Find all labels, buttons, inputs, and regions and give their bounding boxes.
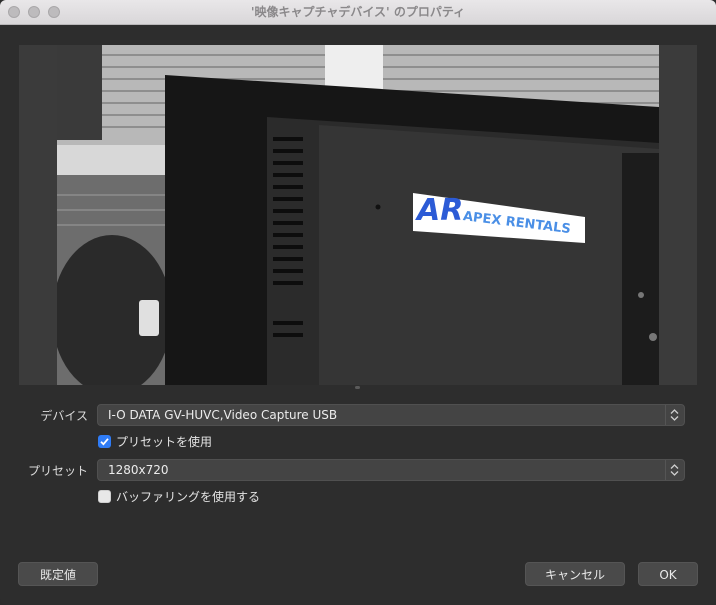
cancel-button[interactable]: キャンセル (525, 562, 625, 586)
video-preview: AR APEX RENTALS (57, 45, 659, 385)
ok-button[interactable]: OK (638, 562, 698, 586)
apex-rentals-sticker: AR APEX RENTALS (413, 191, 589, 238)
buffering-label: バッファリングを使用する (116, 490, 261, 504)
preview-resize-handle[interactable] (355, 386, 360, 389)
preset-value: 1280x720 (108, 463, 169, 477)
device-label: デバイス (40, 409, 88, 423)
buffering-checkbox-row[interactable]: バッファリングを使用する (98, 489, 260, 505)
use-preset-label: プリセットを使用 (116, 435, 213, 449)
device-stepper[interactable] (665, 405, 684, 425)
device-select[interactable]: I-O DATA GV-HUVC,Video Capture USB (97, 404, 685, 426)
checkmark-icon (100, 438, 109, 446)
up-down-chevron-icon (670, 409, 679, 421)
properties-window: '映像キャプチャデバイス' のプロパティ AR APEX RENTALS デバイ… (0, 0, 716, 605)
ar-logo-icon: AR (417, 193, 464, 228)
up-down-chevron-icon (670, 464, 679, 476)
defaults-button[interactable]: 既定値 (18, 562, 98, 586)
sticker-text: APEX RENTALS (462, 209, 572, 238)
buffering-checkbox[interactable] (98, 490, 111, 503)
preset-stepper[interactable] (665, 460, 684, 480)
use-preset-checkbox-row[interactable]: プリセットを使用 (98, 434, 212, 450)
title-bar: '映像キャプチャデバイス' のプロパティ (0, 0, 716, 25)
preset-label: プリセット (27, 464, 88, 478)
window-title: '映像キャプチャデバイス' のプロパティ (250, 5, 466, 19)
preset-select[interactable]: 1280x720 (97, 459, 685, 481)
device-value: I-O DATA GV-HUVC,Video Capture USB (108, 408, 338, 422)
use-preset-checkbox[interactable] (98, 435, 111, 448)
